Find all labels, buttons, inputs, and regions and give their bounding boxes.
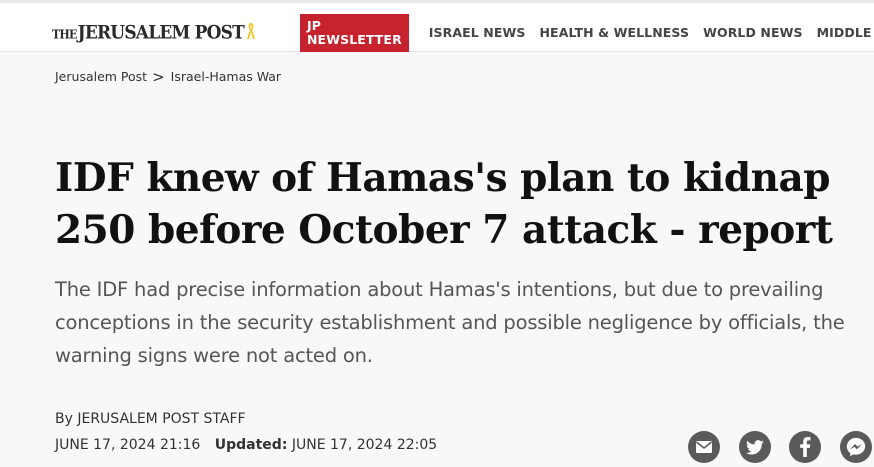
messenger-icon bbox=[846, 437, 865, 457]
byline: By JERUSALEM POST STAFF bbox=[55, 411, 246, 427]
updated-label: Updated: bbox=[214, 437, 288, 453]
facebook-icon bbox=[800, 437, 811, 457]
yellow-ribbon-icon bbox=[246, 23, 255, 39]
logo-prefix: THE bbox=[52, 27, 77, 42]
main-nav: JP NEWSLETTER ISRAEL NEWS HEALTH & WELLN… bbox=[300, 14, 874, 52]
share-bar bbox=[688, 431, 872, 463]
site-header: THEJERUSALEM POST JP NEWSLETTER ISRAEL N… bbox=[0, 0, 874, 52]
share-email-button[interactable] bbox=[688, 431, 720, 463]
logo-text: JERUSALEM POST bbox=[77, 21, 245, 44]
nav-item-israel-news[interactable]: ISRAEL NEWS bbox=[429, 21, 526, 45]
site-logo[interactable]: THEJERUSALEM POST bbox=[52, 14, 256, 42]
nav-newsletter-button[interactable]: JP NEWSLETTER bbox=[300, 14, 409, 52]
article-dates: JUNE 17, 2024 21:16 Updated: JUNE 17, 20… bbox=[55, 437, 437, 453]
article-headline: IDF knew of Hamas's plan to kidnap 250 b… bbox=[55, 155, 833, 253]
breadcrumb-home-link[interactable]: Jerusalem Post bbox=[55, 69, 147, 84]
author-link[interactable]: JERUSALEM POST STAFF bbox=[77, 411, 245, 427]
email-icon bbox=[696, 441, 712, 453]
share-messenger-button[interactable] bbox=[839, 431, 872, 463]
share-facebook-button[interactable] bbox=[789, 431, 821, 463]
published-date: JUNE 17, 2024 21:16 bbox=[55, 437, 201, 453]
breadcrumb-separator: > bbox=[152, 67, 165, 86]
nav-item-middle-east[interactable]: MIDDLE EAST bbox=[817, 21, 874, 45]
article-subtitle: The IDF had precise information about Ha… bbox=[55, 278, 845, 367]
nav-item-health-wellness[interactable]: HEALTH & WELLNESS bbox=[540, 21, 690, 45]
twitter-icon bbox=[745, 439, 764, 455]
header-top-line bbox=[0, 0, 874, 3]
breadcrumb-section-link[interactable]: Israel-Hamas War bbox=[171, 69, 281, 84]
updated-date: JUNE 17, 2024 22:05 bbox=[291, 437, 438, 453]
byline-prefix: By bbox=[55, 411, 73, 427]
breadcrumb: Jerusalem Post > Israel-Hamas War bbox=[55, 69, 281, 84]
share-twitter-button[interactable] bbox=[738, 431, 771, 463]
nav-item-world-news[interactable]: WORLD NEWS bbox=[703, 21, 803, 45]
